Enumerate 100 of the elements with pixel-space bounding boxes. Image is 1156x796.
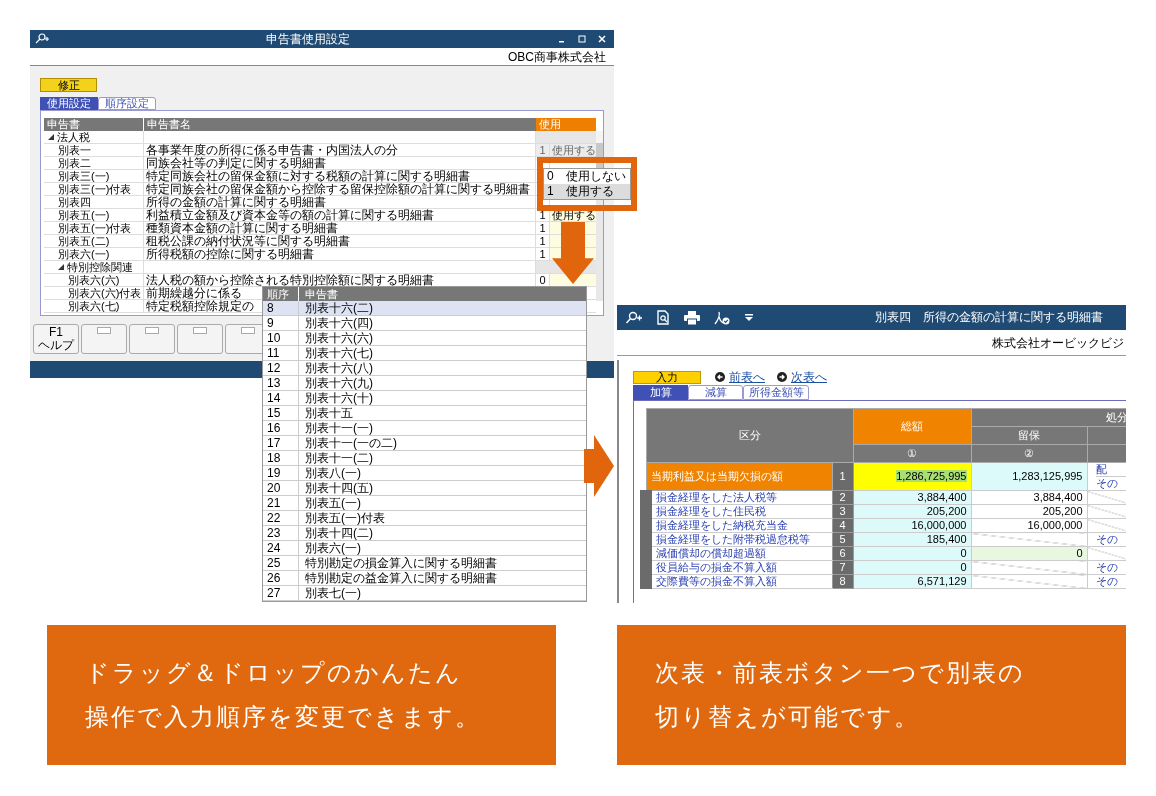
tab[interactable]: 減算 [688,385,743,400]
crossed-out-cell [1087,546,1126,561]
list-row[interactable]: 9 別表十六(四) [263,316,586,331]
list-row[interactable]: 11 別表十六(七) [263,346,586,361]
order-number: 25 [267,556,281,570]
amount-cell[interactable]: 1,286,725,995 [853,462,971,491]
form-code: 別表十六(二) [305,301,373,315]
order-number: 10 [267,331,281,345]
order-number: 15 [267,406,281,420]
order-number: 16 [267,421,281,435]
nav-link[interactable]: 前表へ [715,368,765,386]
order-number: 27 [267,586,281,600]
disposal-label: その [1095,533,1119,546]
zoom-in-icon[interactable] [34,33,50,45]
form-code: 別表十六(九) [305,376,373,390]
tab[interactable]: 所得金額等 [743,385,809,400]
order-number: 21 [267,496,281,510]
tab[interactable]: 順序設定 [98,97,156,110]
form-code: 別表五(一)付表 [305,511,385,525]
list-row[interactable]: 17 別表十一(一の二) [263,436,586,451]
form-code: 別表五(二) [58,235,110,247]
form-name: 種類資本金額の計算に関する明細書 [146,221,338,235]
list-row[interactable]: 21 別表五(一) [263,496,586,511]
form-code: 特別勘定の損金算入に関する明細書 [305,556,497,570]
amount-cell[interactable]: 1,283,125,995 [971,462,1087,491]
form-code: 別表二 [58,157,91,169]
column-header: 申告書 [304,287,339,301]
form-code: 別表六(六)付表 [68,287,142,299]
column-header: 申告書 [44,118,144,131]
form-code: 別表十六(十) [305,391,373,405]
disposal-label: その [1095,476,1126,490]
order-number: 12 [267,361,281,375]
tab[interactable]: 加算 [633,385,688,400]
form-code: 別表六(七) [68,300,120,312]
printer-icon[interactable] [684,310,700,325]
form-name: 特定同族会社の留保金額に対する税額の計算に関する明細書 [146,169,470,183]
list-row[interactable]: 18 別表十一(二) [263,451,586,466]
form-code: 別表十六(六) [305,331,373,345]
form-name: 特定同族会社の留保金額から控除する留保控除額の計算に関する明細書 [146,182,530,196]
form-code: 別表三(一) [58,170,110,182]
list-row[interactable]: 27 別表七(一) [263,586,586,601]
caption-text: 操作で入力順序を変更できます。 [85,702,481,732]
order-number: 18 [267,451,281,465]
form-code: 別表五(一)付表 [58,222,132,234]
mode-button[interactable]: 入力 [633,370,701,384]
form-code: 別表六(一) [305,541,361,555]
help-button[interactable]: F1 ヘルプ [33,324,79,354]
list-row[interactable]: 16 別表十一(一) [263,421,586,436]
list-row[interactable]: 22 別表五(一)付表 [263,511,586,526]
mode-button[interactable]: 修正 [40,78,97,92]
form-code: 別表十六(七) [305,346,373,360]
disposal-label: その [1095,575,1119,588]
form-code: 別表三(一)付表 [58,183,132,195]
list-row[interactable]: 10 別表十六(六) [263,331,586,346]
list-row[interactable]: 20 別表十四(五) [263,481,586,496]
amount-cell[interactable]: 0 [971,546,1087,561]
pdf-check-icon[interactable] [714,310,730,325]
tab[interactable]: 使用設定 [40,97,98,110]
preview-icon[interactable] [657,310,670,325]
list-row[interactable]: 26 特別勘定の益金算入に関する明細書 [263,571,586,586]
form-name: 各事業年度の所得に係る申告書・内国法人の分 [146,143,398,157]
close-icon[interactable] [598,35,606,43]
disposal-label: 配 [1095,463,1108,476]
maximize-icon[interactable] [578,35,586,43]
list-row[interactable]: 25 特別勘定の損金算入に関する明細書 [263,556,586,571]
list-row[interactable]: 24 別表六(一) [263,541,586,556]
dropdown-icon[interactable] [744,313,754,322]
order-number: 23 [267,526,281,540]
form-code: 別表七(一) [305,586,361,600]
right-arrow-icon [777,372,787,382]
zoom-in-icon[interactable] [625,310,643,325]
form-code: 特別勘定の益金算入に関する明細書 [305,571,497,585]
form-code: 別表八(一) [305,466,361,480]
disposal-label: その [1095,561,1119,574]
list-row[interactable]: 13 別表十六(九) [263,376,586,391]
order-number: 24 [267,541,281,555]
right-arrow-icon [584,435,614,497]
form-code: 別表六(一) [58,248,110,260]
form-name: 所得税額の控除に関する明細書 [146,247,314,261]
table-cell: 1 [536,144,550,156]
list-row[interactable]: 8 別表十六(二) [263,301,586,316]
group-label: 法人税 [57,130,90,144]
list-row[interactable]: 23 別表十四(二) [263,526,586,541]
list-row[interactable]: 14 別表十六(十) [263,391,586,406]
list-row[interactable]: 12 別表十六(八) [263,361,586,376]
dropdown-option[interactable]: 1 使用する [544,184,630,199]
expand-toggle-icon[interactable] [48,134,54,140]
order-number: 22 [267,511,281,525]
list-row[interactable]: 19 別表八(一) [263,466,586,481]
expand-toggle-icon[interactable] [58,264,64,270]
order-number: 13 [267,376,281,390]
order-number: 9 [267,316,274,330]
list-row[interactable]: 15 別表十五 [263,406,586,421]
form-name: 前期繰越分に係る [146,286,242,300]
nav-link[interactable]: 次表へ [777,368,827,386]
order-number: 26 [267,571,281,585]
crossed-out-cell [1087,518,1126,533]
window-title: 別表四 所得の金額の計算に関する明細書 [875,309,1103,326]
form-code: 別表一 [58,144,91,156]
table-cell: 使用する [550,144,596,156]
